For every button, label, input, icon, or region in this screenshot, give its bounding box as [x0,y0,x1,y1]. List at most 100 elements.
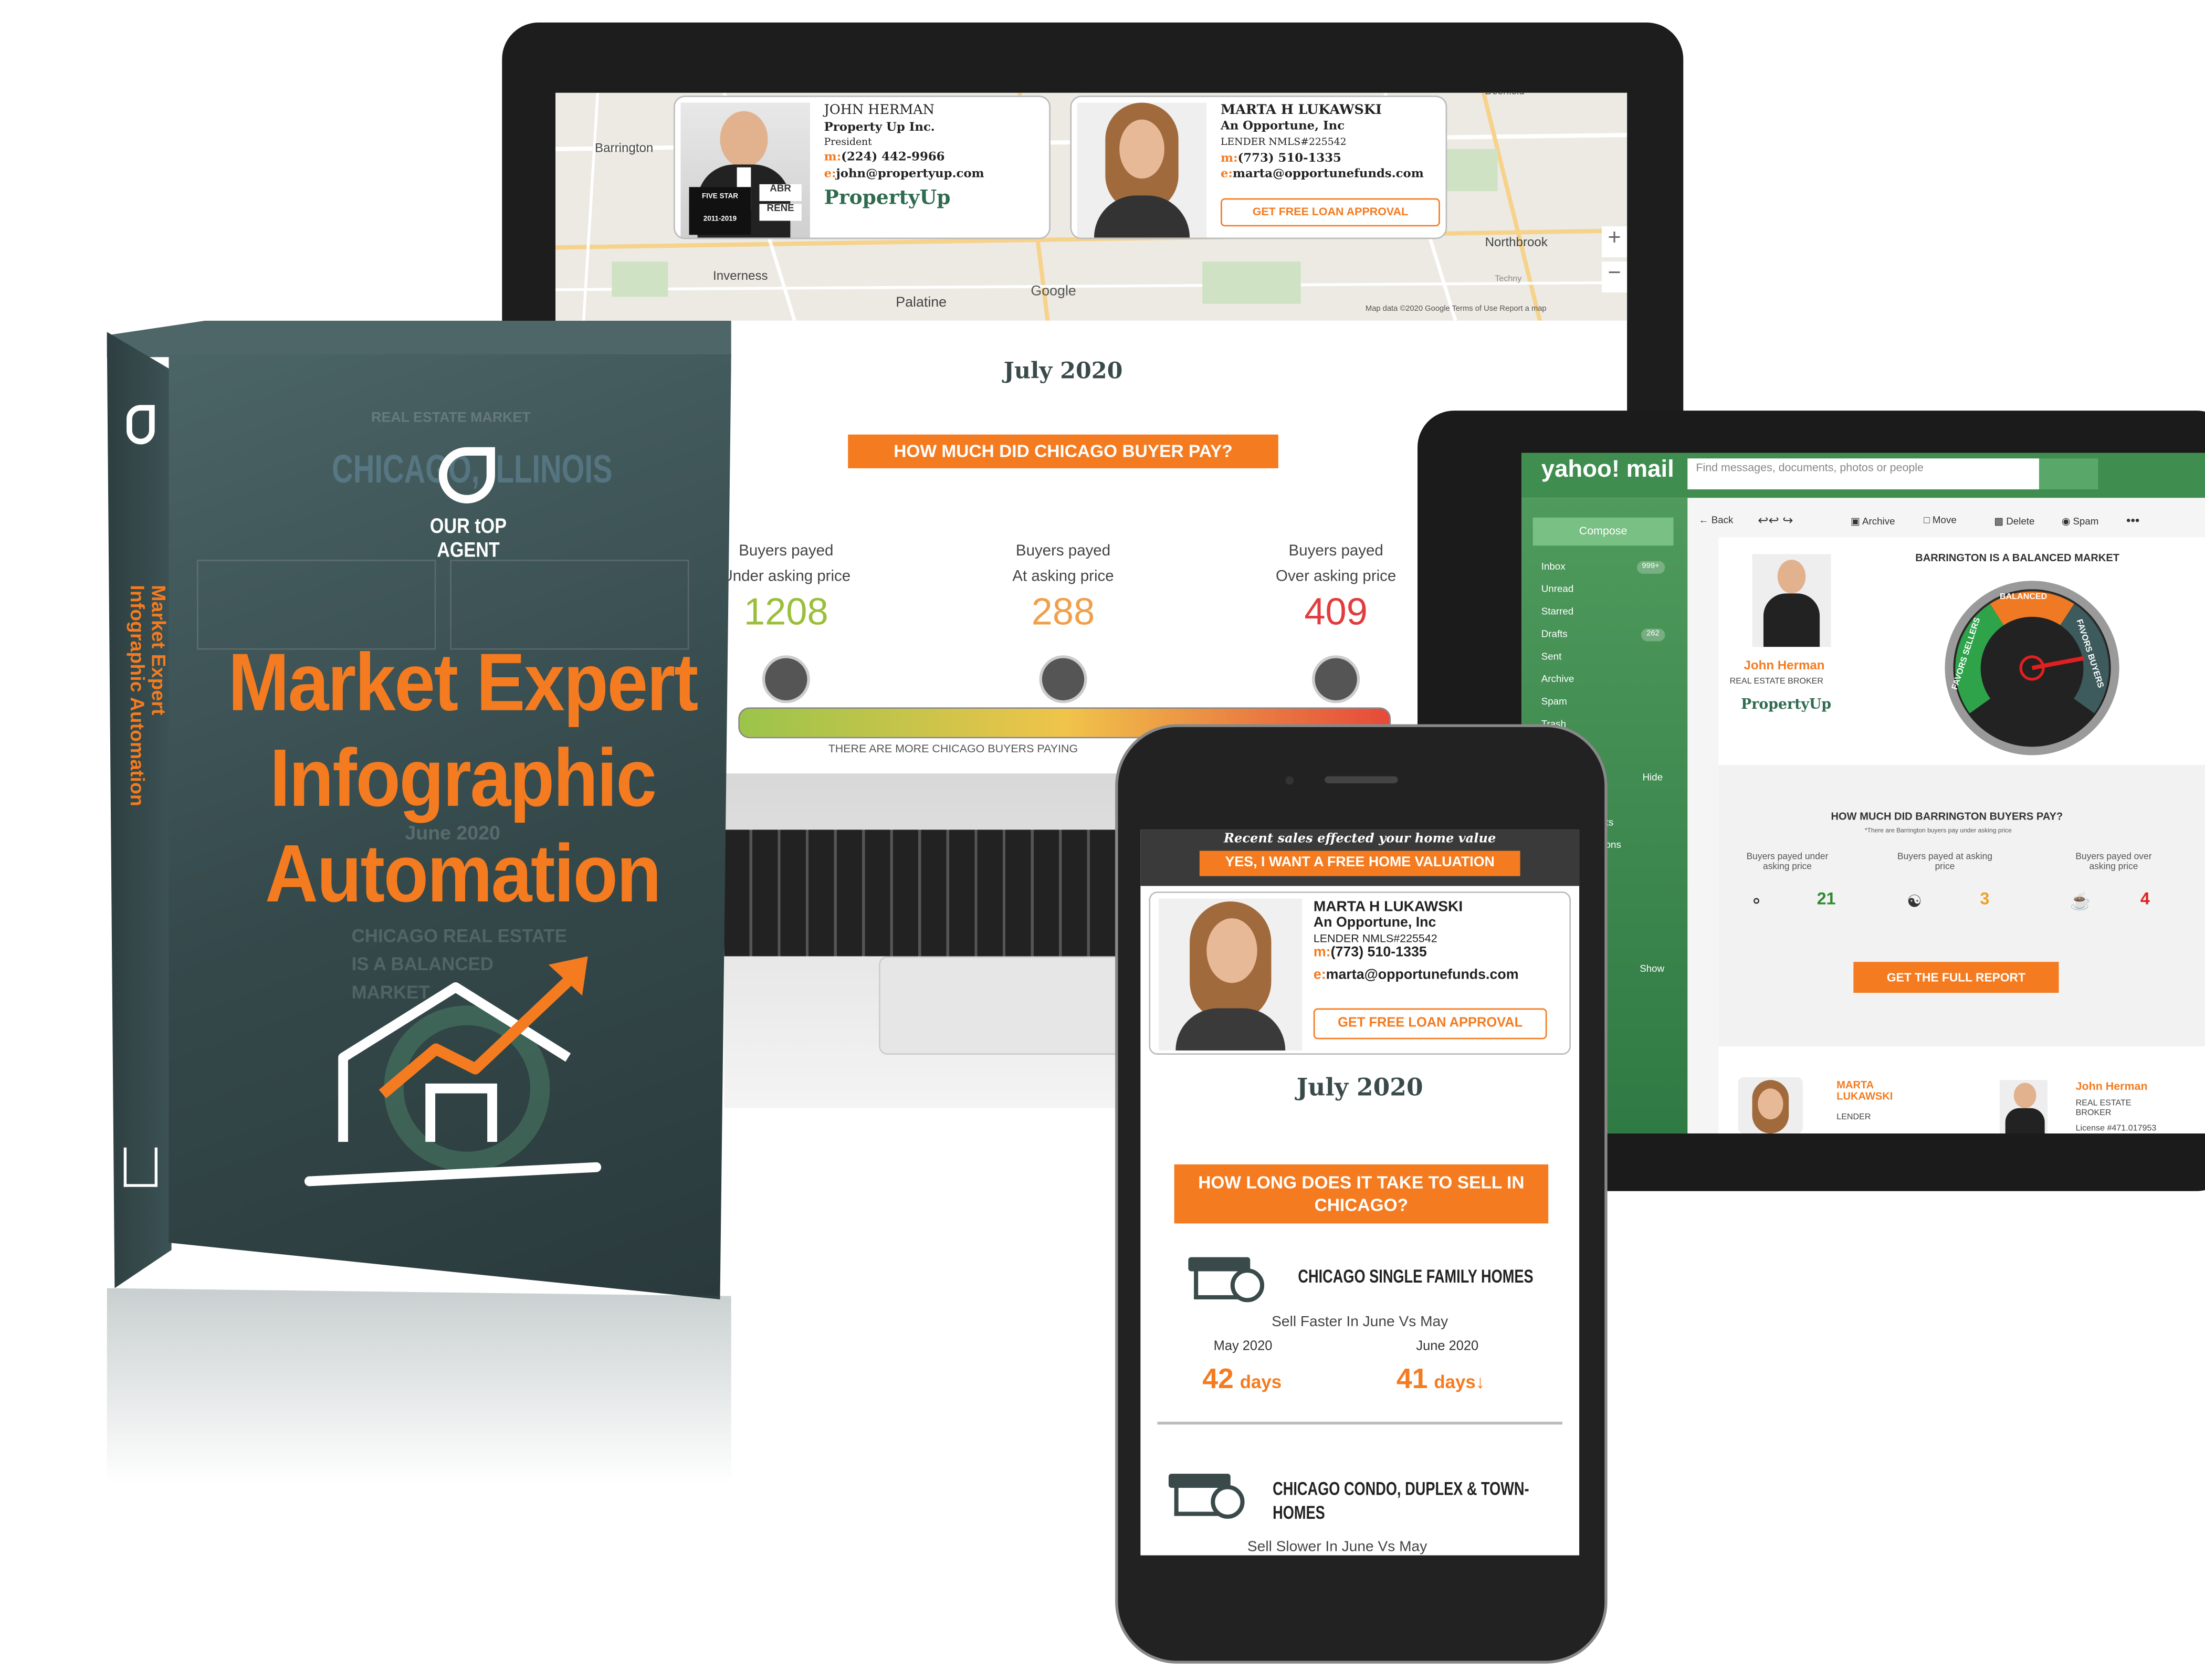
folder-sent[interactable]: Sent [1533,647,1676,669]
lender-nmls: LENDER NMLS#225542 [1221,136,1347,148]
lender-photo [1077,102,1207,238]
yahoo-header: yahoo! mail Find messages, documents, ph… [1521,453,2205,498]
home-valuation-button[interactable]: YES, I WANT A FREE HOME VALUATION [1199,850,1520,876]
agent-title: President [824,136,872,148]
map-zoom-out-button[interactable]: − [1601,261,1628,293]
lender-name: MARTA H LUKAWSKI [1313,898,1463,916]
section-title: CHICAGO CONDO, DUPLEX & TOWN-HOMES [1273,1478,1529,1523]
footer-lender-name: MARTA LUKAWSKI [1836,1078,1893,1103]
spam-button[interactable]: ◉ Spam [2062,516,2099,528]
down-arrow-icon: ↓ [1475,1371,1485,1392]
brand-name: OUR tOP AGENT [429,514,507,563]
footer-agent-license: License #471.017953 [2075,1125,2157,1133]
section-subtitle: Sell Slower In June Vs May [1247,1538,1427,1556]
agent-card: FIVE STAR 2011-2019 ABR RENE JOHN HERMAN… [674,96,1051,239]
tablet-screen: yahoo! mail Find messages, documents, ph… [1521,453,2205,1133]
handshake-icon [1039,655,1087,704]
loan-approval-button[interactable]: GET FREE LOAN APPROVAL [1313,1008,1547,1040]
rene-badge: RENE [759,204,802,221]
logo-mark-icon [438,447,495,503]
question-title: HOW MUCH DID BARRINGTON BUYERS PAY? [1831,810,2063,823]
agent-phone[interactable]: m:(224) 442-9966 [824,149,984,166]
lender-nmls: LENDER NMLS#225542 [1313,932,1437,946]
stat-under-label: Buyers payed under asking price [1746,852,1829,872]
delete-button[interactable]: ▩ Delete [1994,516,2034,528]
agent-email[interactable]: e:john@propertyup.com [824,166,984,183]
bar-caption: THERE ARE MORE CHICAGO BUYERS PAYING [828,742,1078,755]
question-banner: HOW MUCH DID CHICAGO BUYER PAY? [848,434,1278,468]
map-place: Palatine [896,295,947,311]
lender-phone[interactable]: m:(773) 510-1335 [1221,151,1424,167]
stat-value: 409 [1304,591,1368,633]
stat-value: 288 [1031,591,1095,633]
reply-icon[interactable]: ↩↩ ↪ [1758,513,1793,529]
search-icon[interactable] [2039,458,2098,490]
loan-approval-button[interactable]: GET FREE LOAN APPROVAL [1221,198,1440,227]
folder-drafts[interactable]: Drafts 262 [1533,624,1676,647]
phone-camera [1285,776,1294,785]
folder-spam[interactable]: Spam [1533,692,1676,715]
agent-name: JOHN HERMAN [824,102,934,119]
stat-under-value: 21 [1816,888,1836,909]
mail-search-input[interactable]: Find messages, documents, photos or peop… [1687,458,2039,490]
folder-archive[interactable]: Archive [1533,669,1676,692]
recent-sales-text: Recent sales effected your home value [1224,832,1496,847]
agent-company: Property Up Inc. [824,121,935,135]
lender-name: MARTA H LUKAWSKI [1221,102,1382,119]
section-title: CHICAGO SINGLE FAMILY HOMES [1298,1265,1534,1287]
money-stack-icon [1312,655,1360,704]
show-link[interactable]: Show [1640,965,1664,975]
agent-info: JOHN HERMAN Property Up Inc. President m… [824,102,984,208]
footer-lender-title: LENDER [1836,1114,1871,1122]
back-button[interactable]: ← Back [1699,516,1734,526]
footer-lender-photo [1738,1077,1803,1133]
five-star-badge: FIVE STAR 2011-2019 [689,187,751,235]
stats-panel [1718,765,2205,1046]
market-title: BARRINGTON IS A BALANCED MARKET [1915,551,2120,564]
marketing-composite: Barrington Inverness Palatine Northbrook… [0,0,2205,1680]
handshake-icon: ☯ [1907,891,1923,911]
june-label: June 2020 [1416,1339,1479,1354]
our-top-agent-logo: OUR tOP AGENT [405,444,531,562]
yahoo-logo[interactable]: yahoo! mail [1541,456,1674,484]
lender-email[interactable]: e:marta@opportunefunds.com [1314,968,1519,984]
may-label: May 2020 [1213,1339,1273,1354]
money-stack-icon: ☕ [2070,891,2091,911]
hand-money-icon: ⚬ [1749,891,1764,911]
full-report-button[interactable]: GET THE FULL REPORT [1853,962,2059,993]
hide-link[interactable]: Hide [1643,773,1663,783]
box-front: REAL ESTATE MARKET CHICAGO, ILLINOIS OUR… [169,354,731,1300]
folder-starred[interactable]: Starred [1533,602,1676,624]
section-subtitle: Sell Faster In June Vs May [1272,1313,1448,1330]
stat-at-label: Buyers payed at asking price [1897,852,1992,872]
more-icon[interactable]: ••• [2126,513,2139,528]
folder-inbox[interactable]: Inbox 999+ [1533,557,1676,580]
stat-over: Buyers payed Over asking price 409 [1252,543,1420,634]
stat-at: Buyers payed At asking price 288 [979,543,1147,634]
lender-photo [1159,898,1303,1051]
map-place: Inverness [713,268,768,283]
lender-info: MARTA H LUKAWSKI An Opportune, Inc LENDE… [1221,103,1424,184]
map-attribution: Map data ©2020 Google Terms of Use Repor… [1365,305,1547,314]
question-note: *There are Barrington buyers pay under a… [1864,827,2012,834]
agent-photo: FIVE STAR 2011-2019 ABR RENE [680,102,810,238]
lender-info: MARTA H LUKAWSKI An Opportune, Inc LENDE… [1314,899,1519,984]
footer-agent-title: REAL ESTATE BROKER [2075,1099,2132,1118]
propertyup-logo: PropertyUp [1741,697,1832,713]
storefront-clock-icon [1188,1257,1273,1303]
compose-button[interactable]: Compose [1532,517,1674,546]
spine-logo-icon [127,405,155,445]
lender-phone[interactable]: m:(773) 510-1335 [1314,945,1519,962]
lender-email[interactable]: e:marta@opportunefunds.com [1221,167,1424,184]
spine-house-icon [123,1147,158,1187]
phone-speaker [1325,776,1398,783]
map-zoom-in-button[interactable]: + [1601,226,1628,258]
archive-button[interactable]: ▣ Archive [1851,516,1895,528]
move-button[interactable]: □ Move [1924,516,1956,526]
phone-top-banner: Recent sales effected your home value YE… [1140,830,1580,886]
laptop-keyboard [724,773,1147,1108]
footer-agent-name: John Herman [2075,1080,2148,1093]
box-spine: Market Expert Infographic Automation [107,332,172,1288]
bg-month: June 2020 [405,821,500,844]
folder-unread[interactable]: Unread [1533,580,1676,602]
